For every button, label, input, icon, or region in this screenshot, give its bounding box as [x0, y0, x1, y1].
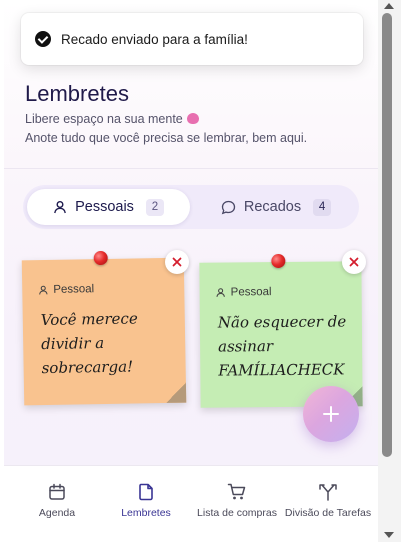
user-icon — [54, 201, 66, 214]
delete-note-button[interactable] — [342, 250, 366, 274]
tab-recados[interactable]: Recados 4 — [196, 189, 356, 225]
divider — [4, 168, 378, 169]
delete-note-button[interactable] — [165, 250, 189, 274]
file-icon — [139, 483, 153, 501]
split-arrows-icon — [319, 484, 337, 501]
nav-item-agenda[interactable]: Agenda — [10, 483, 104, 519]
tab-bar: Pessoais 2 Recados 4 — [23, 185, 359, 229]
tab-label: Pessoais — [75, 199, 134, 215]
nav-item-divisao-de-tarefas[interactable]: Divisão de Tarefas — [281, 483, 375, 519]
sticky-note[interactable]: Pessoal Não esquecer de assinar FAMÍLIAC… — [199, 253, 363, 408]
scroll-up-arrow-icon[interactable] — [384, 3, 394, 9]
note-text: Não esquecer de assinar FAMÍLIACHECK — [217, 312, 347, 380]
note-tag: Pessoal — [38, 283, 94, 296]
calendar-icon — [49, 483, 65, 500]
cart-icon — [227, 483, 246, 500]
note-text: Você merece dividir a sobrecarga! — [40, 309, 138, 378]
sticky-note[interactable]: Pessoal Você merece dividir a sobrecarga… — [21, 250, 187, 406]
page-subtitle: Libere espaço na sua mente — [25, 112, 199, 126]
nav-item-lista-de-compras[interactable]: Lista de compras — [190, 483, 284, 519]
tab-count-badge: 2 — [145, 198, 164, 216]
message-icon — [221, 200, 236, 214]
add-note-button[interactable] — [303, 386, 359, 442]
nav-item-lembretes[interactable]: Lembretes — [99, 483, 193, 519]
scrollbar[interactable] — [378, 0, 401, 542]
tab-count-badge: 4 — [313, 198, 332, 216]
scroll-down-arrow-icon[interactable] — [384, 532, 394, 538]
bottom-navigation: Agenda Lembretes Lista de compras Divisã… — [4, 465, 378, 542]
note-tag: Pessoal — [216, 286, 272, 298]
page-fold — [165, 382, 187, 403]
toast-notification: Recado enviado para a família! — [21, 13, 363, 65]
close-icon — [349, 257, 359, 267]
page-description: Anote tudo que você precisa se lembrar, … — [25, 131, 308, 145]
plus-icon — [323, 406, 339, 422]
pin-icon — [271, 253, 286, 269]
toast-message: Recado enviado para a família! — [61, 31, 248, 47]
page-title: Lembretes — [25, 81, 129, 106]
pin-icon — [93, 250, 108, 266]
brain-icon — [186, 113, 199, 124]
tab-label: Recados — [243, 199, 302, 215]
close-icon — [172, 257, 182, 267]
check-circle-icon — [35, 31, 51, 47]
user-icon — [39, 285, 48, 295]
user-icon — [216, 288, 225, 297]
tab-pessoais[interactable]: Pessoais 2 — [27, 189, 190, 225]
app-screen: Recado enviado para a família! Lembretes… — [4, 0, 378, 542]
scrollbar-thumb[interactable] — [382, 13, 392, 457]
